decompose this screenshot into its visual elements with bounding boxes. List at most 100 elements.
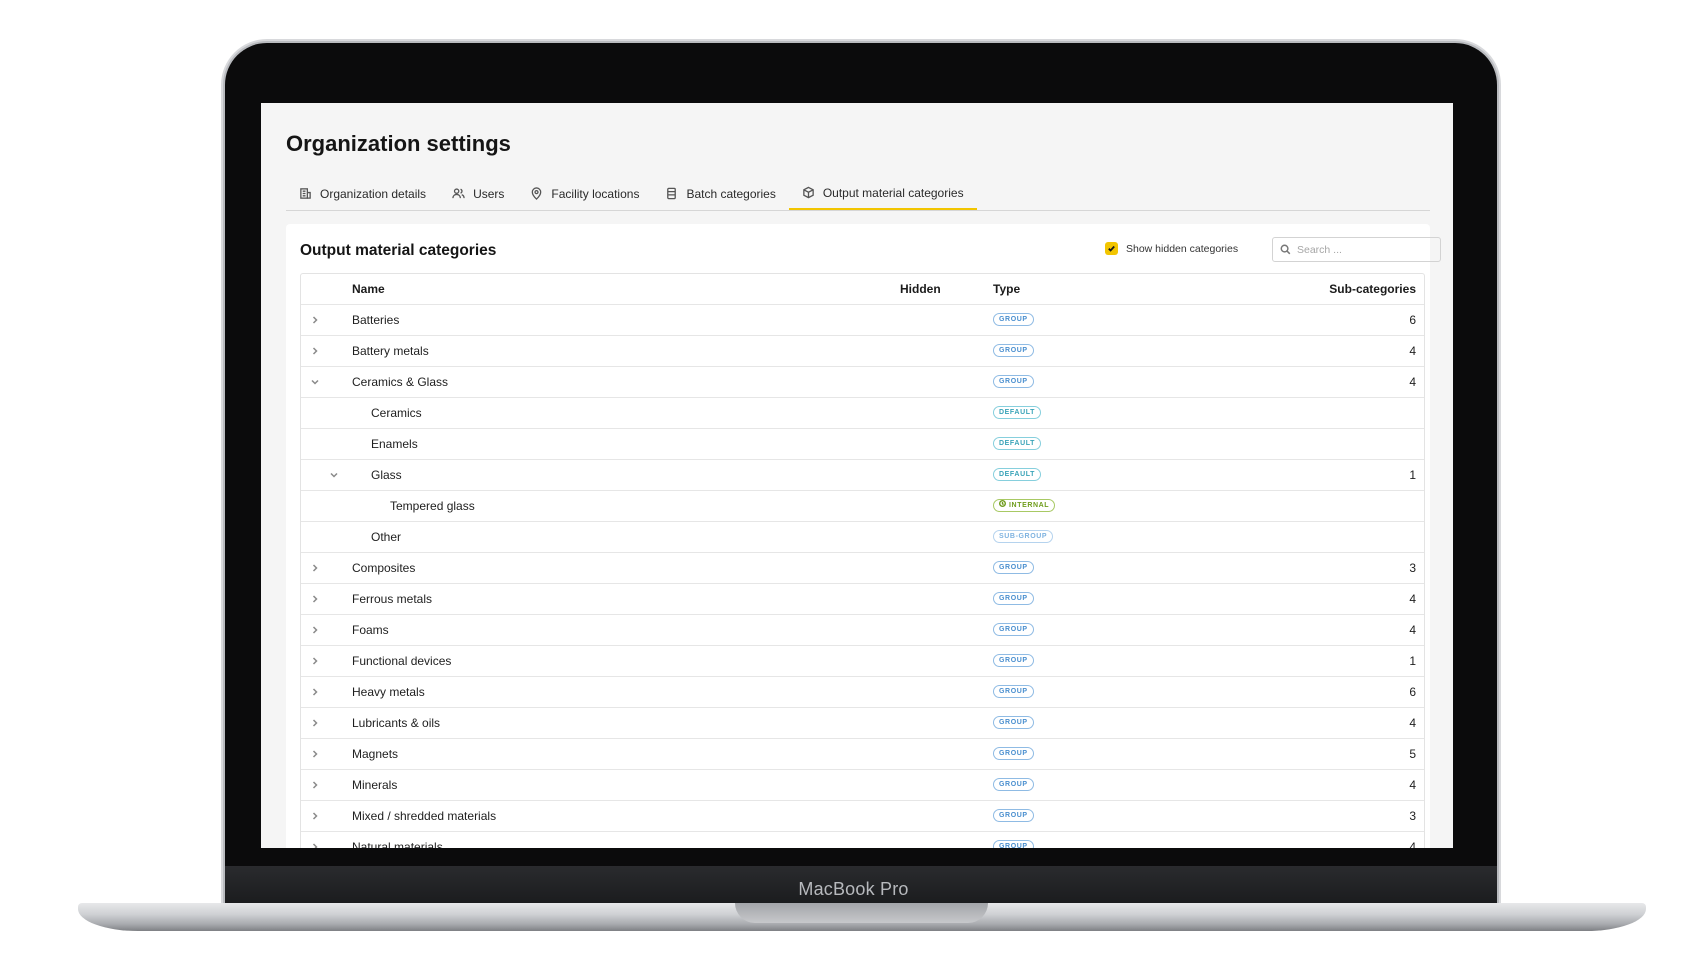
type-badge: SUB-GROUP [993, 530, 1054, 544]
chevron-right-icon[interactable] [308, 801, 322, 831]
table-row[interactable]: Ferrous metals GROUP 4 [301, 584, 1424, 615]
table-row[interactable]: Batteries GROUP 6 [301, 305, 1424, 336]
show-hidden-toggle[interactable]: Show hidden categories [1105, 242, 1238, 255]
category-name: Composites [352, 561, 416, 575]
type-badge-label: GROUP [999, 595, 1028, 603]
box-icon [802, 186, 815, 199]
table-row[interactable]: Ceramics DEFAULT [301, 398, 1424, 429]
chevron-right-icon[interactable] [308, 770, 322, 800]
subcategory-count: 4 [1409, 592, 1416, 606]
table-row[interactable]: Tempered glass INTERNAL [301, 491, 1424, 522]
type-badge: DEFAULT [993, 437, 1041, 451]
type-badge-label: DEFAULT [999, 409, 1035, 417]
type-badge-label: GROUP [999, 781, 1028, 789]
type-badge-label: GROUP [999, 564, 1028, 572]
table-row[interactable]: Ceramics & Glass GROUP 4 [301, 367, 1424, 398]
tab-batch-categories[interactable]: Batch categories [652, 177, 788, 210]
batch-icon [665, 187, 678, 200]
category-name: Magnets [352, 747, 399, 761]
type-badge: GROUP [993, 375, 1034, 389]
table-row[interactable]: Functional devices GROUP 1 [301, 646, 1424, 677]
category-type-cell: GROUP [993, 305, 1034, 335]
subcategory-count: 1 [1409, 468, 1416, 482]
table-row[interactable]: Mixed / shredded materials GROUP 3 [301, 801, 1424, 832]
subcategory-count: 6 [1409, 313, 1416, 327]
chevron-right-icon[interactable] [308, 553, 322, 583]
table-row[interactable]: Enamels DEFAULT [301, 429, 1424, 460]
column-header-subcategories[interactable]: Sub-categories [1329, 274, 1416, 304]
type-badge: GROUP [993, 623, 1034, 637]
category-name: Glass [371, 468, 402, 482]
type-badge: GROUP [993, 747, 1034, 761]
page-title: Organization settings [286, 131, 511, 156]
chevron-right-icon[interactable] [308, 832, 322, 848]
type-badge-label: GROUP [999, 626, 1028, 634]
tab-label: Facility locations [551, 186, 640, 201]
category-name: Batteries [352, 313, 400, 327]
subcategory-count: 4 [1409, 623, 1416, 637]
chevron-right-icon[interactable] [308, 584, 322, 614]
category-type-cell: GROUP [993, 708, 1034, 738]
tab-label: Organization details [320, 186, 427, 201]
subcategory-count: 3 [1409, 809, 1416, 823]
table-row[interactable]: Composites GROUP 3 [301, 553, 1424, 584]
search-box[interactable] [1272, 237, 1441, 262]
type-badge-label: DEFAULT [999, 471, 1035, 479]
type-badge-label: GROUP [999, 316, 1028, 324]
chevron-right-icon[interactable] [308, 677, 322, 707]
show-hidden-checkbox[interactable] [1105, 242, 1118, 255]
tab-users[interactable]: Users [439, 177, 517, 210]
tab-facility-locations[interactable]: Facility locations [517, 177, 652, 210]
search-input[interactable] [1297, 243, 1437, 256]
category-name: Ferrous metals [352, 592, 433, 606]
search-icon [1280, 244, 1291, 255]
chevron-right-icon[interactable] [308, 739, 322, 769]
column-header-type[interactable]: Type [993, 274, 1020, 304]
chevron-right-icon[interactable] [308, 305, 322, 335]
chevron-right-icon[interactable] [308, 646, 322, 676]
chevron-right-icon[interactable] [308, 615, 322, 645]
output-material-categories-panel: Output material categories Show hidden c… [286, 224, 1441, 848]
column-header-hidden[interactable]: Hidden [900, 274, 941, 304]
category-type-cell: DEFAULT [993, 429, 1041, 459]
type-badge: GROUP [993, 716, 1034, 730]
laptop-base-notch [735, 903, 988, 923]
tab-label: Users [473, 186, 505, 201]
tab-organization-details[interactable]: Organization details [286, 177, 439, 210]
settings-tabs: Organization details Users Facility loca… [286, 177, 1430, 211]
table-row[interactable]: Glass DEFAULT 1 [301, 460, 1424, 491]
column-header-name[interactable]: Name [352, 274, 385, 304]
building-icon [299, 187, 312, 200]
subcategory-count: 4 [1409, 716, 1416, 730]
table-row[interactable]: Magnets GROUP 5 [301, 739, 1424, 770]
type-badge-label: GROUP [999, 657, 1028, 665]
table-row[interactable]: Foams GROUP 4 [301, 615, 1424, 646]
table-row[interactable]: Other SUB-GROUP [301, 522, 1424, 553]
chevron-right-icon[interactable] [308, 336, 322, 366]
category-type-cell: SUB-GROUP [993, 522, 1054, 552]
tab-output-material-categories[interactable]: Output material categories [788, 177, 977, 210]
table-row[interactable]: Battery metals GROUP 4 [301, 336, 1424, 367]
table-row[interactable]: Minerals GROUP 4 [301, 770, 1424, 801]
table-row[interactable]: Natural materials GROUP 4 [301, 832, 1424, 848]
users-icon [452, 187, 465, 200]
subcategory-count: 6 [1409, 685, 1416, 699]
type-badge: GROUP [993, 344, 1034, 358]
category-name: Mixed / shredded materials [352, 809, 497, 823]
type-badge: DEFAULT [993, 468, 1041, 482]
category-name: Ceramics [371, 406, 422, 420]
panel-title: Output material categories [300, 242, 497, 259]
app-screen: Organization settings Organization detai… [261, 103, 1453, 848]
categories-table: Name Hidden Type Sub-categories Batterie… [300, 273, 1425, 848]
subcategory-count: 1 [1409, 654, 1416, 668]
chevron-right-icon[interactable] [308, 708, 322, 738]
category-type-cell: DEFAULT [993, 460, 1041, 490]
table-row[interactable]: Heavy metals GROUP 6 [301, 677, 1424, 708]
type-badge: DEFAULT [993, 406, 1041, 420]
type-badge: GROUP [993, 313, 1034, 327]
lock-circle-icon [998, 500, 1007, 511]
type-badge: GROUP [993, 840, 1034, 848]
chevron-down-icon[interactable] [327, 460, 341, 490]
chevron-down-icon[interactable] [308, 367, 322, 397]
table-row[interactable]: Lubricants & oils GROUP 4 [301, 708, 1424, 739]
